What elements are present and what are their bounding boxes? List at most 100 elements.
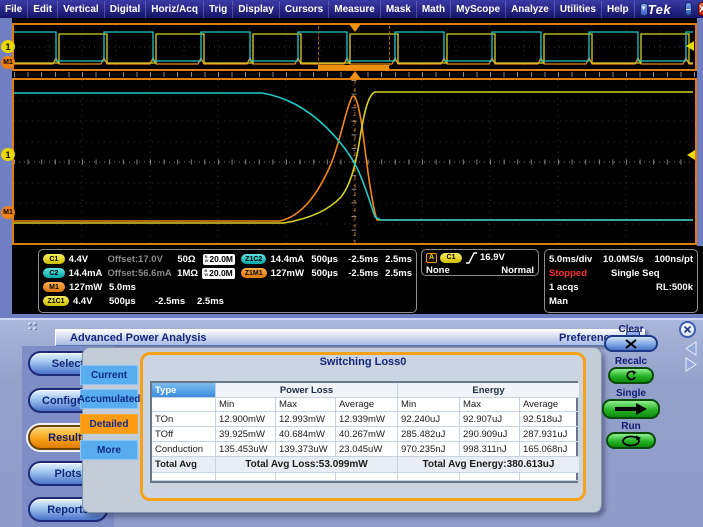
oscilloscope-screen: File Edit Vertical Digital Horiz/Acq Tri… — [0, 0, 703, 527]
total-avg-energy: Total Avg Energy:380.613uJ — [398, 457, 580, 473]
c1-offset: Offset:17.0V — [107, 254, 177, 265]
menu-digital[interactable]: Digital — [105, 1, 147, 18]
rising-edge-icon — [466, 252, 477, 264]
trigger-a-badge: A — [426, 253, 437, 263]
toff-energy-min: 285.482uJ — [398, 427, 460, 442]
menu-edit[interactable]: Edit — [28, 1, 58, 18]
z1c1-t2: 2.5ms — [197, 296, 224, 307]
toff-energy-avg: 287.931uJ — [520, 427, 580, 442]
nav-right-arrow[interactable] — [684, 357, 698, 372]
subheader-average: Average — [520, 398, 580, 412]
nav-left-arrow[interactable] — [684, 341, 698, 356]
z1c1-badge[interactable]: Z1C1 — [43, 296, 69, 306]
ton-ploss-max: 12.993mW — [276, 412, 336, 427]
menu-bar: File Edit Vertical Digital Horiz/Acq Tri… — [0, 0, 703, 18]
menu-analyze[interactable]: Analyze — [506, 1, 555, 18]
panel-title: Advanced Power Analysis — [70, 332, 207, 344]
toff-ploss-max: 40.684mW — [276, 427, 336, 442]
cond-energy-min: 970.235nJ — [398, 442, 460, 457]
panel-close-button[interactable] — [679, 321, 696, 338]
c2-badge[interactable]: C2 — [43, 268, 65, 278]
main-ch1-marker[interactable]: 1 — [1, 148, 15, 161]
c1-badge[interactable]: C1 — [43, 254, 65, 264]
total-avg-loss: Total Avg Loss:53.099mW — [216, 457, 398, 473]
menu-utilities[interactable]: Utilities — [555, 1, 602, 18]
z1c2-scale: 14.4mA — [270, 254, 311, 265]
overview-math1-marker[interactable]: M1 — [1, 56, 15, 69]
readout-row-z1c1: Z1C1 4.4V 500µs -2.5ms 2.5ms — [43, 294, 412, 308]
ton-energy-min: 92.240uJ — [398, 412, 460, 427]
clear-button[interactable] — [604, 335, 658, 352]
z1m1-badge[interactable]: Z1M1 — [241, 268, 267, 278]
readout-row-c2: C2 14.4mA Offset:56.6mA 1MΩ BW20.0M Z1M1… — [43, 266, 412, 280]
run-button[interactable] — [606, 432, 656, 449]
c2-impedance: 1MΩ — [177, 268, 202, 279]
row-toff: TOff — [152, 427, 216, 442]
subheader-min: Min — [216, 398, 276, 412]
single-button[interactable] — [602, 399, 660, 419]
minimize-button[interactable]: – — [685, 2, 692, 16]
recalc-button[interactable] — [608, 367, 654, 384]
ton-energy-avg: 92.518uJ — [520, 412, 580, 427]
trigger-level-marker-icon[interactable] — [687, 150, 695, 160]
menu-measure[interactable]: Measure — [329, 1, 381, 18]
record-length: RL:500k — [656, 282, 693, 293]
groupbox-title: Switching Loss0 — [140, 356, 586, 368]
menu-file[interactable]: File — [0, 1, 28, 18]
menu-dropdown-button[interactable]: ▼ — [640, 3, 648, 16]
tab-current[interactable]: Current — [80, 365, 138, 385]
switching-loss-table: Type Power Loss Energy Min Max Average M… — [150, 381, 578, 483]
tab-detailed[interactable]: Detailed — [80, 414, 138, 434]
run-loop-icon — [620, 435, 642, 447]
zoom-waveform-window[interactable] — [12, 78, 697, 245]
subheader-max: Max — [276, 398, 336, 412]
menu-math[interactable]: Math — [417, 1, 451, 18]
acq-count: 1 acqs — [549, 282, 579, 293]
z1c2-badge[interactable]: Z1C2 — [241, 254, 266, 264]
menu-trig[interactable]: Trig — [204, 1, 233, 18]
menu-help[interactable]: Help — [602, 1, 635, 18]
col-header-energy: Energy — [398, 383, 580, 398]
subheader-average: Average — [336, 398, 398, 412]
panel-header: Advanced Power Analysis Preferences ▼ — [55, 329, 646, 346]
panel-grip-icon[interactable] — [27, 321, 37, 330]
recalc-label: Recalc — [600, 356, 662, 367]
zoom-region-bar[interactable] — [318, 65, 389, 70]
clear-label: Clear — [600, 324, 662, 335]
m1-badge[interactable]: M1 — [43, 282, 65, 292]
acq-state: Stopped — [549, 268, 611, 279]
menu-cursors[interactable]: Cursors — [280, 1, 329, 18]
main-math1-marker[interactable]: M1 — [1, 206, 15, 219]
zoom-region-right-edge[interactable] — [389, 26, 390, 71]
readout-row-c1: C1 4.4V Offset:17.0V 50Ω BW20.0M Z1C2 14… — [43, 252, 412, 266]
channel-readouts: C1 4.4V Offset:17.0V 50Ω BW20.0M Z1C2 14… — [38, 249, 417, 313]
menu-horiz-acq[interactable]: Horiz/Acq — [146, 1, 204, 18]
readout-row-m1: M1 127mW 5.0ms — [43, 280, 412, 294]
overview-ch1-marker[interactable]: 1 — [1, 40, 15, 53]
trigger-position-marker-top[interactable] — [349, 24, 361, 32]
z1c1-t1: -2.5ms — [155, 296, 197, 307]
menu-myscope[interactable]: MyScope — [451, 1, 506, 18]
trigger-level: 16.9V — [480, 252, 505, 263]
zoom-waveforms — [14, 80, 693, 243]
trigger-mode: Normal — [501, 265, 534, 276]
c1-bandwidth[interactable]: BW20.0M — [203, 254, 235, 265]
tab-accumulated[interactable]: Accumulated — [80, 389, 138, 409]
cond-ploss-max: 139.373uW — [276, 442, 336, 457]
menu-mask[interactable]: Mask — [381, 1, 417, 18]
trigger-position-marker-bottom[interactable] — [349, 71, 361, 79]
recalc-icon — [625, 370, 637, 382]
tab-more[interactable]: More — [80, 440, 138, 460]
trigger-source-badge[interactable]: C1 — [440, 253, 462, 263]
c2-bandwidth[interactable]: BW20.0M — [202, 268, 234, 279]
subheader-max: Max — [460, 398, 520, 412]
resolution: 100ns/pt — [654, 254, 693, 265]
close-button[interactable]: X — [698, 2, 703, 16]
z1c2-t1: -2.5ms — [348, 254, 385, 265]
chevron-down-icon: ▼ — [641, 6, 647, 12]
total-avg-label: Total Avg — [152, 457, 216, 473]
row-ton: TOn — [152, 412, 216, 427]
timebase: 5.0ms/div — [549, 254, 592, 265]
menu-vertical[interactable]: Vertical — [58, 1, 105, 18]
menu-display[interactable]: Display — [233, 1, 280, 18]
